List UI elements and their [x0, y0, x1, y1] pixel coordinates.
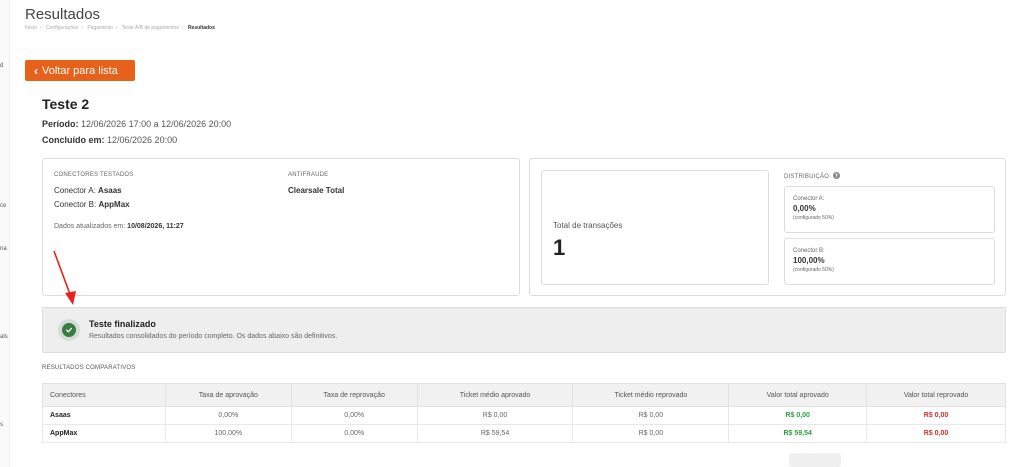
check-circle-icon	[58, 319, 80, 341]
distribution-connector-b: Conector B: 100,00% (configurado 50%)	[784, 238, 995, 285]
total-transactions-value: 1	[553, 235, 566, 260]
column-header: Ticket médio aprovado	[416, 383, 574, 407]
connector-b-name: AppMax	[98, 200, 130, 209]
test-title: Teste 2	[42, 96, 90, 112]
banner-text: Resultados consolidados do período compl…	[89, 333, 338, 340]
test-finished-banner: Teste finalizado Resultados consolidados…	[42, 307, 1006, 353]
total-transactions-box: Total de transações 1	[541, 170, 769, 285]
cell-total-rejected: R$ 0,00	[866, 424, 1006, 443]
distribution-connector-a: Conector A: 0,00% (configurado 50%)	[784, 186, 995, 233]
antifraud-value: Clearsale Total	[288, 186, 345, 195]
breadcrumb-current: Resultados	[187, 25, 215, 31]
table-row: AppMax 100,00% 0,00% R$ 59,54 R$ 0,00 R$…	[42, 424, 1006, 443]
cell-rejection-rate: 0,00%	[290, 424, 418, 443]
page-title: Resultados	[25, 6, 101, 23]
column-header: Taxa de aprovação	[164, 383, 292, 407]
cell-total-approved: R$ 0,00	[728, 406, 868, 425]
test-completed: Concluído em: 12/06/2026 20:00	[42, 135, 177, 145]
test-period: Período: 12/06/2026 17:00 a 12/06/2026 2…	[42, 119, 231, 129]
column-header: Taxa de reprovação	[290, 383, 418, 407]
sidebar-item-fragment[interactable]: na	[0, 246, 7, 252]
distribution-label: DISTRIBUIÇÃO ?	[784, 172, 840, 180]
connectors-tested-label: CONECTORES TESTADOS	[54, 172, 134, 178]
connector-a-prefix: Conector A:	[54, 186, 96, 195]
updated-value: 10/08/2026, 11:27	[127, 223, 184, 230]
breadcrumb: Início › Configurações › Pagamento › Teste …	[25, 25, 215, 31]
column-header: Conectores	[42, 383, 166, 407]
connector-b: Conector B: AppMax	[54, 200, 130, 209]
dist-b-configured: (configurado 50%)	[793, 267, 834, 273]
results-table: Conectores Taxa de aprovação Taxa de rep…	[42, 383, 1006, 443]
updated-prefix: Dados atualizados em:	[54, 223, 126, 230]
total-transactions-label: Total de transações	[553, 221, 623, 230]
cell-avg-ticket-approved: R$ 59,54	[416, 424, 574, 443]
sidebar-item-fragment[interactable]: d	[0, 63, 3, 69]
cell-rejection-rate: 0,00%	[290, 406, 418, 425]
breadcrumb-item[interactable]: Pagamento	[87, 25, 113, 31]
connector-b-prefix: Conector B:	[54, 200, 97, 209]
data-updated: Dados atualizados em: 10/08/2026, 11:27	[54, 223, 184, 230]
distribution-title: DISTRIBUIÇÃO	[784, 174, 830, 180]
chevron-left-icon: ‹	[34, 63, 38, 78]
cell-approval-rate: 0,00%	[164, 406, 292, 425]
breadcrumb-item[interactable]: Início	[25, 25, 37, 31]
dist-a-label: Conector A:	[793, 196, 825, 202]
cell-total-approved: R$ 59,54	[728, 424, 868, 443]
question-circle-icon[interactable]: ?	[832, 172, 840, 180]
completed-label: Concluído em:	[42, 135, 105, 145]
connector-a-name: Asaas	[98, 186, 122, 195]
cell-avg-ticket-rejected: R$ 0,00	[572, 406, 730, 425]
cell-avg-ticket-approved: R$ 0,00	[416, 406, 574, 425]
sidebar-item-fragment[interactable]: als	[0, 334, 8, 340]
annotation-arrow	[53, 250, 76, 305]
results-section-label: RESULTADOS COMPARATIVOS	[42, 365, 136, 371]
cell-total-rejected: R$ 0,00	[866, 406, 1006, 425]
dist-a-configured: (configurado 50%)	[793, 215, 834, 221]
distribution-card: Total de transações 1 DISTRIBUIÇÃO ? Con…	[529, 158, 1006, 296]
table-header-row: Conectores Taxa de aprovação Taxa de rep…	[42, 383, 1006, 407]
dist-a-value: 0,00%	[793, 204, 816, 213]
table-row: Asaas 0,00% 0,00% R$ 0,00 R$ 0,00 R$ 0,0…	[42, 406, 1006, 425]
sidebar-item-fragment[interactable]: s	[0, 422, 3, 428]
cell-connector: Asaas	[42, 406, 166, 425]
period-value: 12/06/2026 17:00 a 12/06/2026 20:00	[81, 119, 232, 129]
completed-value: 12/06/2026 20:00	[107, 135, 178, 145]
breadcrumb-item[interactable]: Teste A/B de pagamentos	[122, 25, 179, 31]
column-header: Valor total aprovado	[728, 383, 868, 407]
floating-element	[789, 453, 841, 467]
sidebar: d ce na als s	[0, 0, 10, 467]
dist-b-label: Conector B:	[793, 248, 825, 254]
column-header: Valor total reprovado	[866, 383, 1006, 407]
period-label: Período:	[42, 119, 79, 129]
cell-approval-rate: 100,00%	[164, 424, 292, 443]
back-to-list-button[interactable]: ‹ Voltar para lista	[25, 60, 135, 81]
breadcrumb-item[interactable]: Configurações	[46, 25, 78, 31]
antifraud-label: ANTIFRAUDE	[288, 172, 329, 178]
cell-connector: AppMax	[42, 424, 166, 443]
sidebar-item-fragment[interactable]: ce	[0, 203, 6, 209]
svg-text:?: ?	[835, 174, 838, 179]
back-button-label: Voltar para lista	[42, 64, 118, 77]
cell-avg-ticket-rejected: R$ 0,00	[572, 424, 730, 443]
connector-a: Conector A: Asaas	[54, 186, 122, 195]
connectors-card: CONECTORES TESTADOS Conector A: Asaas Co…	[42, 158, 520, 296]
column-header: Ticket médio reprovado	[572, 383, 730, 407]
banner-title: Teste finalizado	[89, 319, 156, 329]
dist-b-value: 100,00%	[793, 256, 825, 265]
